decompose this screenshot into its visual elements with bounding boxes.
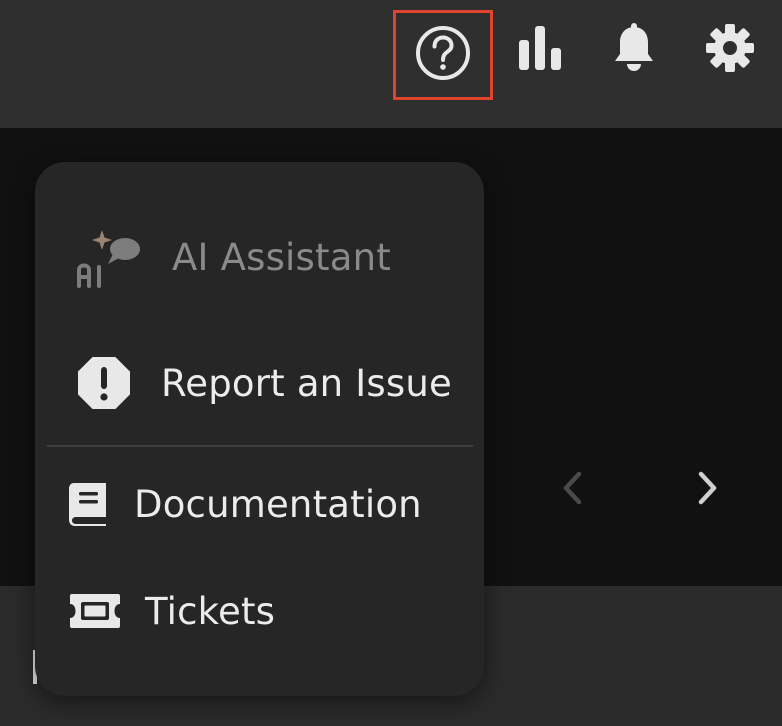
gear-icon: [706, 24, 754, 76]
help-button[interactable]: [393, 10, 493, 100]
chevron-right-icon: [696, 470, 720, 510]
menu-item-label: Documentation: [134, 482, 422, 526]
carousel-next-button[interactable]: [688, 470, 728, 510]
stats-button[interactable]: [508, 18, 572, 82]
settings-button[interactable]: [698, 18, 762, 82]
bell-icon: [612, 23, 656, 77]
menu-item-label: AI Assistant: [172, 235, 391, 279]
notifications-button[interactable]: [602, 18, 666, 82]
menu-item-report-issue[interactable]: Report an Issue: [35, 348, 484, 418]
menu-item-tickets[interactable]: Tickets: [35, 576, 484, 646]
top-bar: [0, 0, 782, 128]
book-icon: [68, 481, 110, 527]
bar-chart-icon: [518, 24, 562, 76]
help-menu: AI Assistant Report an Issue Documentati…: [35, 162, 484, 696]
carousel-prev-button[interactable]: [552, 470, 592, 510]
help-circle-icon: [413, 23, 473, 87]
menu-divider: [47, 445, 473, 447]
menu-item-ai-assistant[interactable]: AI Assistant: [35, 222, 484, 292]
ai-assistant-icon: [75, 224, 143, 290]
alert-octagon-icon: [77, 356, 131, 410]
menu-item-label: Report an Issue: [161, 361, 452, 405]
menu-item-label: Tickets: [145, 589, 276, 633]
ticket-icon: [68, 592, 122, 630]
chevron-left-icon: [560, 470, 584, 510]
menu-item-documentation[interactable]: Documentation: [35, 469, 484, 539]
